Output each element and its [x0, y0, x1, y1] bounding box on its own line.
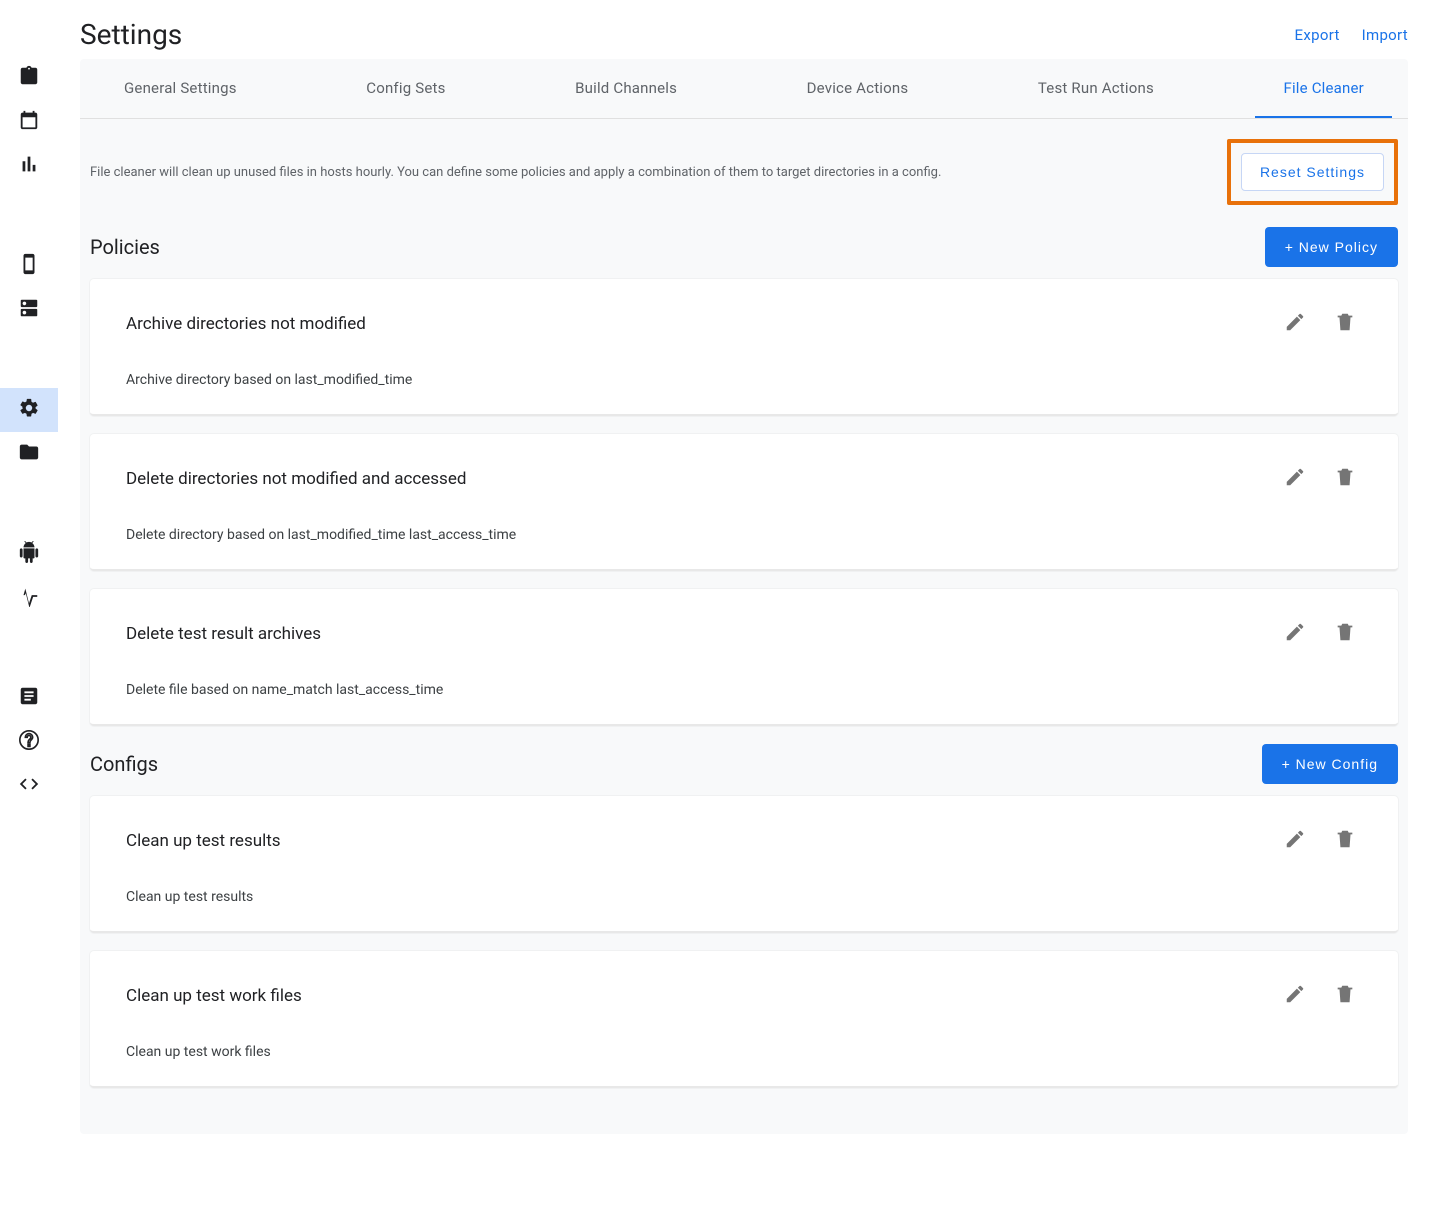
page-title: Settings — [80, 18, 182, 51]
pencil-icon — [1284, 993, 1306, 1008]
sidebar-item-code[interactable] — [0, 764, 58, 808]
folder-icon — [18, 441, 40, 467]
sidebar-item-android[interactable] — [0, 532, 58, 576]
trash-icon — [1334, 321, 1356, 336]
settings-panel: General Settings Config Sets Build Chann… — [80, 59, 1408, 1134]
android-icon — [18, 541, 40, 567]
config-title: Clean up test work files — [126, 986, 302, 1006]
config-card: Clean up test work files Clean up test w… — [90, 951, 1398, 1088]
file-cleaner-description: File cleaner will clean up unused files … — [90, 165, 941, 180]
sidebar-item-settings[interactable] — [0, 388, 58, 432]
trash-icon — [1334, 993, 1356, 1008]
delete-config-button[interactable] — [1328, 822, 1362, 859]
policy-title: Delete directories not modified and acce… — [126, 469, 466, 489]
tab-test-run-actions[interactable]: Test Run Actions — [1010, 59, 1182, 118]
sidebar-item-dns[interactable] — [0, 288, 58, 332]
phone-icon — [18, 253, 40, 279]
trash-icon — [1334, 838, 1356, 853]
tab-build-channels[interactable]: Build Channels — [547, 59, 705, 118]
policies-title: Policies — [90, 235, 160, 259]
delete-policy-button[interactable] — [1328, 305, 1362, 342]
activity-icon — [18, 585, 40, 611]
pencil-icon — [1284, 838, 1306, 853]
config-desc: Clean up test results — [126, 889, 1362, 905]
sidebar-item-notes[interactable] — [0, 676, 58, 720]
delete-policy-button[interactable] — [1328, 460, 1362, 497]
sidebar-item-bar-chart[interactable] — [0, 144, 58, 188]
bar-chart-icon — [18, 153, 40, 179]
reset-settings-button[interactable]: Reset Settings — [1241, 153, 1384, 191]
delete-config-button[interactable] — [1328, 977, 1362, 1014]
configs-title: Configs — [90, 752, 158, 776]
tab-config-sets[interactable]: Config Sets — [338, 59, 473, 118]
policy-title: Archive directories not modified — [126, 314, 366, 334]
sidebar-item-activity[interactable] — [0, 576, 58, 620]
pencil-icon — [1284, 631, 1306, 646]
new-config-button[interactable]: + New Config — [1262, 744, 1398, 784]
policy-desc: Delete file based on name_match last_acc… — [126, 682, 1362, 698]
sidebar-item-clipboard[interactable] — [0, 56, 58, 100]
policy-card: Delete test result archives Delete file … — [90, 589, 1398, 726]
tab-general-settings[interactable]: General Settings — [96, 59, 265, 118]
policy-card: Archive directories not modified Archive… — [90, 279, 1398, 416]
import-link[interactable]: Import — [1362, 26, 1408, 44]
policy-desc: Delete directory based on last_modified_… — [126, 527, 1362, 543]
policy-card: Delete directories not modified and acce… — [90, 434, 1398, 571]
config-desc: Clean up test work files — [126, 1044, 1362, 1060]
policy-title: Delete test result archives — [126, 624, 321, 644]
main-content: Settings Export Import General Settings … — [58, 0, 1430, 1218]
pencil-icon — [1284, 321, 1306, 336]
tab-device-actions[interactable]: Device Actions — [779, 59, 937, 118]
dns-icon — [18, 297, 40, 323]
edit-policy-button[interactable] — [1278, 305, 1312, 342]
calendar-icon — [18, 109, 40, 135]
edit-config-button[interactable] — [1278, 977, 1312, 1014]
tabs: General Settings Config Sets Build Chann… — [80, 59, 1408, 119]
reset-highlight: Reset Settings — [1227, 139, 1398, 205]
sidebar-item-folder[interactable] — [0, 432, 58, 476]
header-links: Export Import — [1277, 25, 1408, 44]
config-card: Clean up test results Clean up test resu… — [90, 796, 1398, 933]
policy-desc: Archive directory based on last_modified… — [126, 372, 1362, 388]
sidebar-item-help[interactable] — [0, 720, 58, 764]
trash-icon — [1334, 476, 1356, 491]
delete-policy-button[interactable] — [1328, 615, 1362, 652]
trash-icon — [1334, 631, 1356, 646]
config-title: Clean up test results — [126, 831, 281, 851]
gear-icon — [18, 397, 40, 423]
sidebar-item-calendar[interactable] — [0, 100, 58, 144]
sidebar-item-phone[interactable] — [0, 244, 58, 288]
sidebar — [0, 0, 58, 1218]
edit-config-button[interactable] — [1278, 822, 1312, 859]
edit-policy-button[interactable] — [1278, 460, 1312, 497]
edit-policy-button[interactable] — [1278, 615, 1312, 652]
notes-icon — [18, 685, 40, 711]
tab-file-cleaner[interactable]: File Cleaner — [1255, 59, 1392, 118]
new-policy-button[interactable]: + New Policy — [1265, 227, 1398, 267]
clipboard-icon — [18, 65, 40, 91]
export-link[interactable]: Export — [1295, 26, 1340, 44]
help-icon — [18, 729, 40, 755]
pencil-icon — [1284, 476, 1306, 491]
code-icon — [18, 773, 40, 799]
